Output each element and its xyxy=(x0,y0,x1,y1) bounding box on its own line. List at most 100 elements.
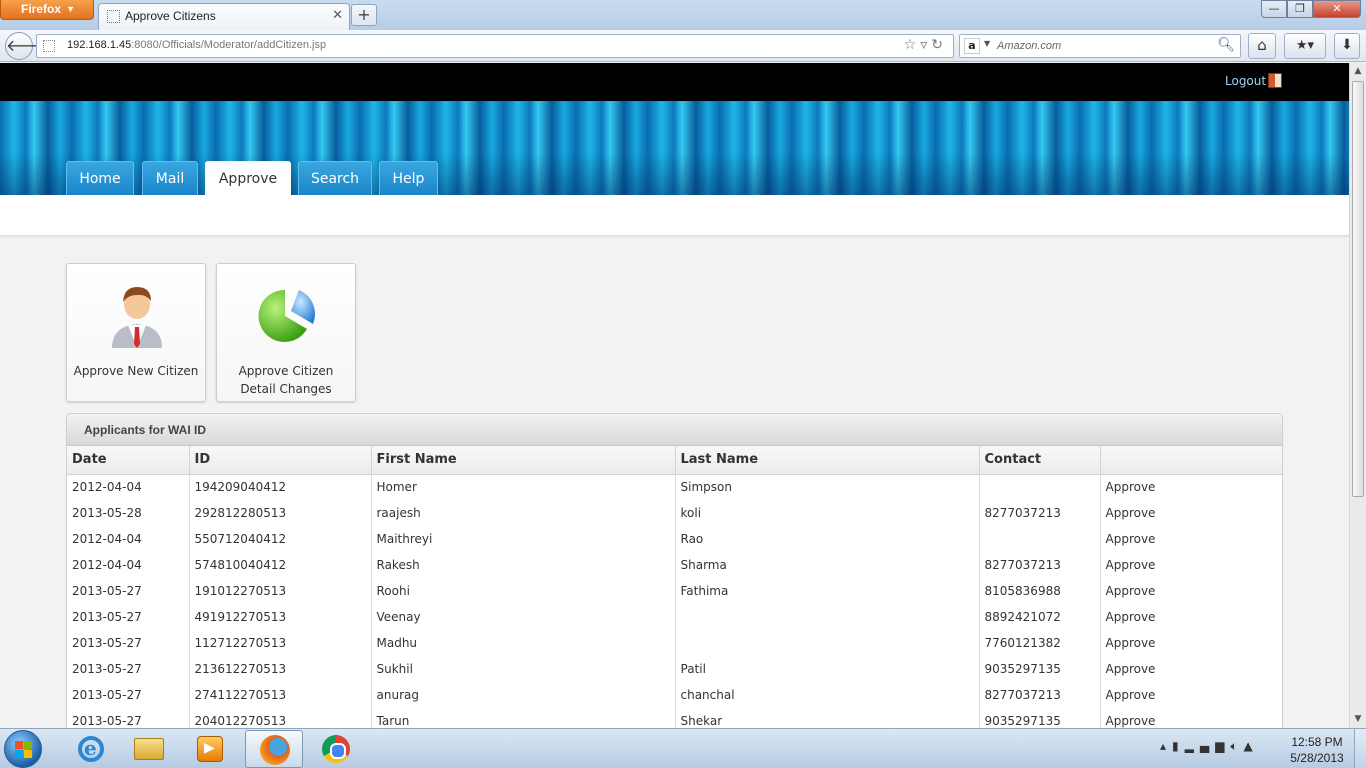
downloads-button[interactable]: ⬇ xyxy=(1334,33,1360,59)
amazon-engine-icon[interactable]: a xyxy=(964,38,980,54)
bookmark-star-icon[interactable]: ☆ xyxy=(904,37,921,53)
approve-link[interactable]: Approve xyxy=(1100,656,1282,682)
firefox-menu-button[interactable]: Firefox ▼ xyxy=(0,0,94,20)
approve-link[interactable]: Approve xyxy=(1100,474,1282,500)
home-button[interactable]: ⌂ xyxy=(1248,33,1276,59)
table-row: 2012-04-04 550712040412 Maithreyi Rao Approv… xyxy=(67,526,1282,552)
cell-last-name: Patil xyxy=(675,656,980,682)
address-bar[interactable]: 192.168.1.45:8080/Officials/Moderator/ad… xyxy=(36,34,954,58)
nav-tab-help[interactable]: Help xyxy=(379,161,438,195)
taskbar-media-player[interactable] xyxy=(180,730,238,768)
cell-first-name: Veenay xyxy=(371,604,676,630)
volume-icon[interactable]: 🔈︎ xyxy=(1230,739,1243,753)
approve-link[interactable]: Approve xyxy=(1100,708,1282,728)
nav-tab-search[interactable]: Search xyxy=(298,161,372,195)
table-header-row: Date ID First Name Last Name Contact xyxy=(67,446,1282,475)
windows-taskbar: ▴▮▂▄▆🔈︎▲ 12:58 PM 5/28/2013 xyxy=(0,728,1366,768)
taskbar-ie[interactable] xyxy=(60,730,118,768)
firefox-menu-label: Firefox xyxy=(21,2,62,16)
cell-contact: 9035297135 xyxy=(979,708,1101,728)
cell-id: 550712040412 xyxy=(189,526,372,552)
browser-navbar: 🡐 192.168.1.45:8080/Officials/Moderator/… xyxy=(0,30,1366,62)
cell-id: 213612270513 xyxy=(189,656,372,682)
windows-logo-icon xyxy=(15,741,32,758)
approve-new-citizen-label: Approve New Citizen xyxy=(73,364,199,378)
approve-link[interactable]: Approve xyxy=(1100,682,1282,708)
cell-last-name: koli xyxy=(675,500,980,526)
cell-first-name: anurag xyxy=(371,682,676,708)
approve-link[interactable]: Approve xyxy=(1100,630,1282,656)
url-text[interactable]: 192.168.1.45:8080/Officials/Moderator/ad… xyxy=(67,39,326,51)
taskbar-firefox[interactable] xyxy=(245,730,303,768)
system-tray: ▴▮▂▄▆🔈︎▲ xyxy=(1160,739,1259,754)
scrollbar-thumb[interactable] xyxy=(1352,81,1364,497)
column-header-id[interactable]: ID xyxy=(189,446,372,475)
start-button[interactable] xyxy=(4,730,42,768)
pie-chart-icon xyxy=(258,289,315,342)
column-header-last-name[interactable]: Last Name xyxy=(675,446,980,475)
cell-contact: 9035297135 xyxy=(979,656,1101,682)
cell-date: 2013-05-27 xyxy=(67,630,190,656)
nav-tab-approve[interactable]: Approve xyxy=(205,161,291,195)
page-scrollbar[interactable]: ▲ ▼ xyxy=(1349,63,1366,728)
search-icon[interactable]: 🔍︎ xyxy=(1217,37,1235,53)
approve-new-citizen-card[interactable]: Approve New Citizen xyxy=(66,263,206,402)
media-player-icon xyxy=(197,736,223,762)
column-header-contact[interactable]: Contact xyxy=(979,446,1101,475)
bookmarks-button[interactable]: ★▾ xyxy=(1284,33,1326,59)
scroll-up-icon[interactable]: ▲ xyxy=(1350,63,1366,80)
cell-first-name: Homer xyxy=(371,474,676,500)
drive-icon[interactable]: ▲ xyxy=(1244,739,1259,753)
back-button[interactable]: 🡐 xyxy=(5,32,49,60)
url-host: 192.168.1.45 xyxy=(67,39,132,51)
cell-contact: 8105836988 xyxy=(979,578,1101,604)
nav-tab-home[interactable]: Home xyxy=(66,161,134,195)
cell-id: 112712270513 xyxy=(189,630,372,656)
logout-door-icon[interactable] xyxy=(1268,73,1282,88)
cell-first-name: Tarun xyxy=(371,708,676,728)
column-header-action xyxy=(1100,446,1282,475)
column-header-first-name[interactable]: First Name xyxy=(371,446,676,475)
column-header-date[interactable]: Date xyxy=(67,446,190,475)
minimize-button[interactable]: — xyxy=(1261,0,1287,18)
approve-link[interactable]: Approve xyxy=(1100,500,1282,526)
page-viewport: Logout Home Mail Approve Search Help App… xyxy=(0,63,1349,728)
approve-citizen-changes-card[interactable]: Approve Citizen Detail Changes xyxy=(216,263,356,402)
approve-link[interactable]: Approve xyxy=(1100,526,1282,552)
approve-link[interactable]: Approve xyxy=(1100,604,1282,630)
taskbar-explorer[interactable] xyxy=(120,730,178,768)
cell-id: 194209040412 xyxy=(189,474,372,500)
close-tab-icon[interactable]: ✕ xyxy=(332,8,343,23)
cell-contact: 7760121382 xyxy=(979,630,1101,656)
cell-date: 2013-05-27 xyxy=(67,578,190,604)
logout-link[interactable]: Logout xyxy=(1225,74,1266,88)
cell-last-name: chanchal xyxy=(675,682,980,708)
panel-header: Applicants for WAI ID xyxy=(67,414,1282,446)
system-clock[interactable]: 12:58 PM 5/28/2013 xyxy=(1282,734,1352,766)
signal-icon[interactable]: ▂▄▆ xyxy=(1185,739,1231,753)
taskbar-chrome[interactable] xyxy=(307,730,365,768)
cell-contact: 8892421072 xyxy=(979,604,1101,630)
cell-date: 2012-04-04 xyxy=(67,474,190,500)
approve-link[interactable]: Approve xyxy=(1100,578,1282,604)
cell-first-name: Sukhil xyxy=(371,656,676,682)
scroll-down-icon[interactable]: ▼ xyxy=(1350,711,1366,728)
new-tab-button[interactable]: + xyxy=(351,4,377,26)
reload-icon[interactable]: ↻ xyxy=(931,37,947,53)
battery-icon[interactable]: ▮ xyxy=(1172,739,1185,753)
engine-dropdown-icon[interactable]: ▼ xyxy=(984,39,990,48)
search-bar[interactable]: a ▼ Amazon.com 🔍︎ xyxy=(959,34,1241,58)
maximize-button[interactable]: ❐ xyxy=(1287,0,1313,18)
cell-id: 191012270513 xyxy=(189,578,372,604)
site-identity-icon[interactable] xyxy=(43,40,55,52)
cell-id: 292812280513 xyxy=(189,500,372,526)
close-window-button[interactable]: ✕ xyxy=(1313,0,1361,18)
approve-link[interactable]: Approve xyxy=(1100,552,1282,578)
history-dropdown-icon[interactable]: ▿ xyxy=(920,37,931,53)
show-desktop-button[interactable] xyxy=(1354,729,1366,768)
cell-date: 2012-04-04 xyxy=(67,552,190,578)
nav-tab-mail[interactable]: Mail xyxy=(142,161,198,195)
tray-overflow-icon[interactable]: ▴ xyxy=(1160,739,1172,753)
browser-tab[interactable]: Approve Citizens ✕ xyxy=(98,3,350,30)
search-placeholder: Amazon.com xyxy=(997,40,1062,52)
